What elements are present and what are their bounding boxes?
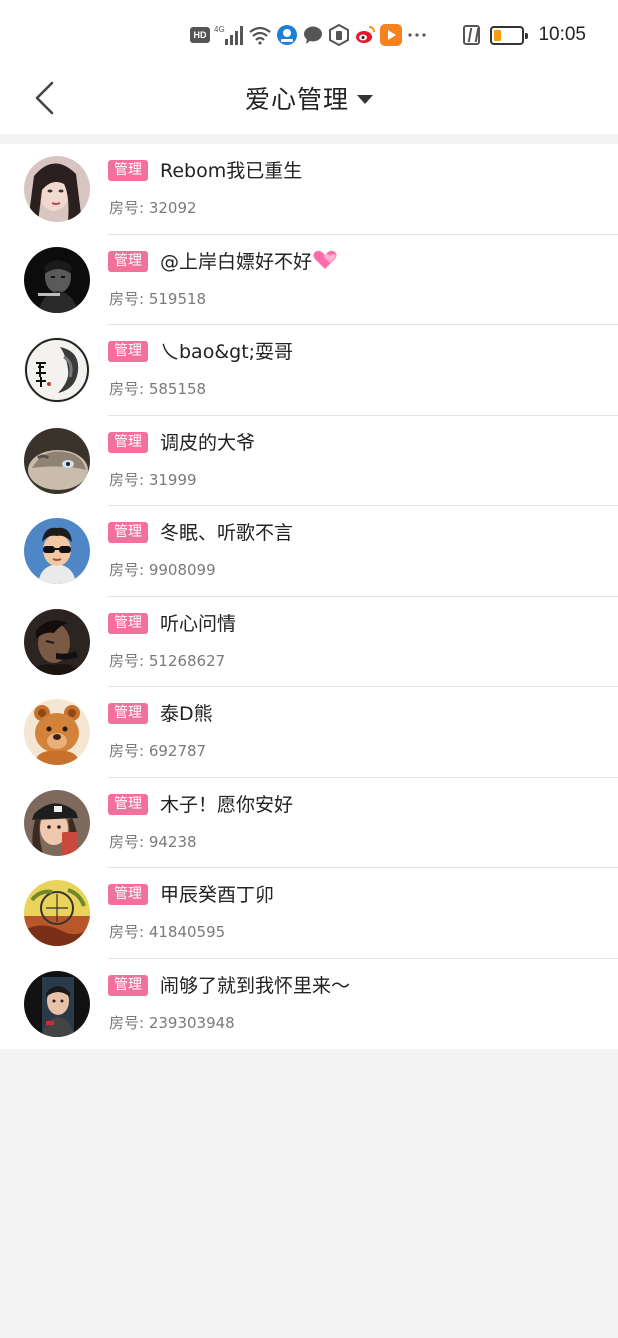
room-number: 房号: 31999 — [109, 470, 197, 489]
list-item[interactable]: 管理 冬眠、听歌不言 房号: 9908099 — [0, 506, 618, 597]
status-bar: HD 4G 10:05 — [0, 0, 618, 66]
user-name: 木子！愿你安好 — [160, 793, 294, 816]
role-badge: 管理 — [108, 793, 148, 815]
role-badge: 管理 — [108, 341, 148, 362]
role-badge: 管理 — [108, 431, 148, 453]
room-number: 房号: 692787 — [109, 742, 207, 760]
user-name: 听心问情 — [160, 612, 237, 635]
vpn-icon — [328, 24, 350, 46]
weibo-icon — [354, 24, 376, 46]
message-icon — [302, 24, 324, 46]
user-name: @上岸白嫖好不好 — [160, 248, 338, 276]
nfc-icon — [463, 25, 481, 45]
avatar — [24, 699, 90, 765]
list-item[interactable]: 管理 调皮的大爷 房号: 31999 — [0, 416, 618, 506]
header: 爱心管理 — [0, 66, 618, 134]
room-number: 房号: 519518 — [109, 289, 207, 308]
role-badge: 管理 — [108, 974, 148, 996]
avatar — [24, 156, 90, 222]
hd-icon: HD — [190, 27, 210, 43]
heart-icon — [313, 250, 337, 269]
user-name: 泰D熊 — [160, 703, 213, 725]
list-item[interactable]: 管理 闹够了就到我怀里来～ 房号: 239303948 — [0, 959, 618, 1050]
more-icon — [406, 24, 428, 46]
app-notification-icon — [276, 24, 298, 46]
avatar — [24, 337, 90, 403]
signal-icon: 4G — [214, 24, 244, 46]
avatar — [24, 880, 90, 946]
screen: HD 4G 10:05 爱心管理 管理 Rebom我已重生 房号: 32092 … — [0, 0, 618, 1338]
room-number: 房号: 41840595 — [109, 923, 226, 941]
list-item[interactable]: 管理 泰D熊 房号: 692787 — [0, 687, 618, 778]
role-badge: 管理 — [108, 160, 148, 181]
wifi-icon — [248, 25, 272, 45]
battery-level — [494, 29, 502, 41]
battery-icon — [490, 25, 529, 45]
user-name: 甲辰癸酉丁卯 — [160, 884, 275, 906]
room-number: 房号: 51268627 — [109, 651, 226, 670]
list-item[interactable]: 管理 听心问情 房号: 51268627 — [0, 597, 618, 687]
video-app-icon — [380, 24, 402, 46]
avatar — [24, 608, 90, 675]
user-name: Rebom我已重生 — [160, 160, 303, 182]
title-dropdown[interactable]: 爱心管理 — [0, 66, 618, 130]
list-item[interactable]: 管理 Rebom我已重生 房号: 32092 — [0, 144, 618, 235]
room-number: 房号: 32092 — [109, 199, 197, 217]
avatar — [24, 970, 90, 1037]
avatar — [24, 427, 90, 494]
clock: 10:05 — [538, 24, 586, 45]
avatar — [24, 518, 90, 584]
room-number: 房号: 9908099 — [109, 561, 216, 579]
user-name: 冬眠、听歌不言 — [160, 522, 294, 544]
role-badge: 管理 — [108, 703, 148, 724]
list-item[interactable]: 管理 木子！愿你安好 房号: 94238 — [0, 778, 618, 868]
manager-list: 管理 Rebom我已重生 房号: 32092 管理 @上岸白嫖好不好 房号: 5… — [0, 144, 618, 1049]
room-number: 房号: 585158 — [109, 380, 207, 398]
list-item[interactable]: 管理 @上岸白嫖好不好 房号: 519518 — [0, 235, 618, 325]
status-icons: HD 4G — [190, 22, 428, 48]
user-name: 调皮的大爷 — [160, 431, 256, 454]
room-number: 房号: 239303948 — [109, 1013, 235, 1032]
role-badge: 管理 — [108, 612, 148, 634]
user-name: 闹够了就到我怀里来～ — [160, 974, 351, 997]
right-status: 10:05 — [463, 22, 586, 48]
network-type-label: 4G — [214, 25, 225, 34]
avatar — [24, 789, 90, 856]
room-number: 房号: 94238 — [109, 832, 197, 851]
role-badge: 管理 — [108, 250, 148, 272]
user-name-text: @上岸白嫖好不好 — [160, 250, 313, 273]
avatar — [24, 246, 90, 313]
list-item[interactable]: 管理 甲辰癸酉丁卯 房号: 41840595 — [0, 868, 618, 959]
caret-down-icon — [357, 94, 373, 104]
role-badge: 管理 — [108, 884, 148, 905]
role-badge: 管理 — [108, 522, 148, 543]
page-title: 爱心管理 — [244, 85, 349, 114]
user-name: 乀bao&gt;耍哥 — [160, 341, 294, 363]
list-item[interactable]: 管理 乀bao&gt;耍哥 房号: 585158 — [0, 325, 618, 416]
